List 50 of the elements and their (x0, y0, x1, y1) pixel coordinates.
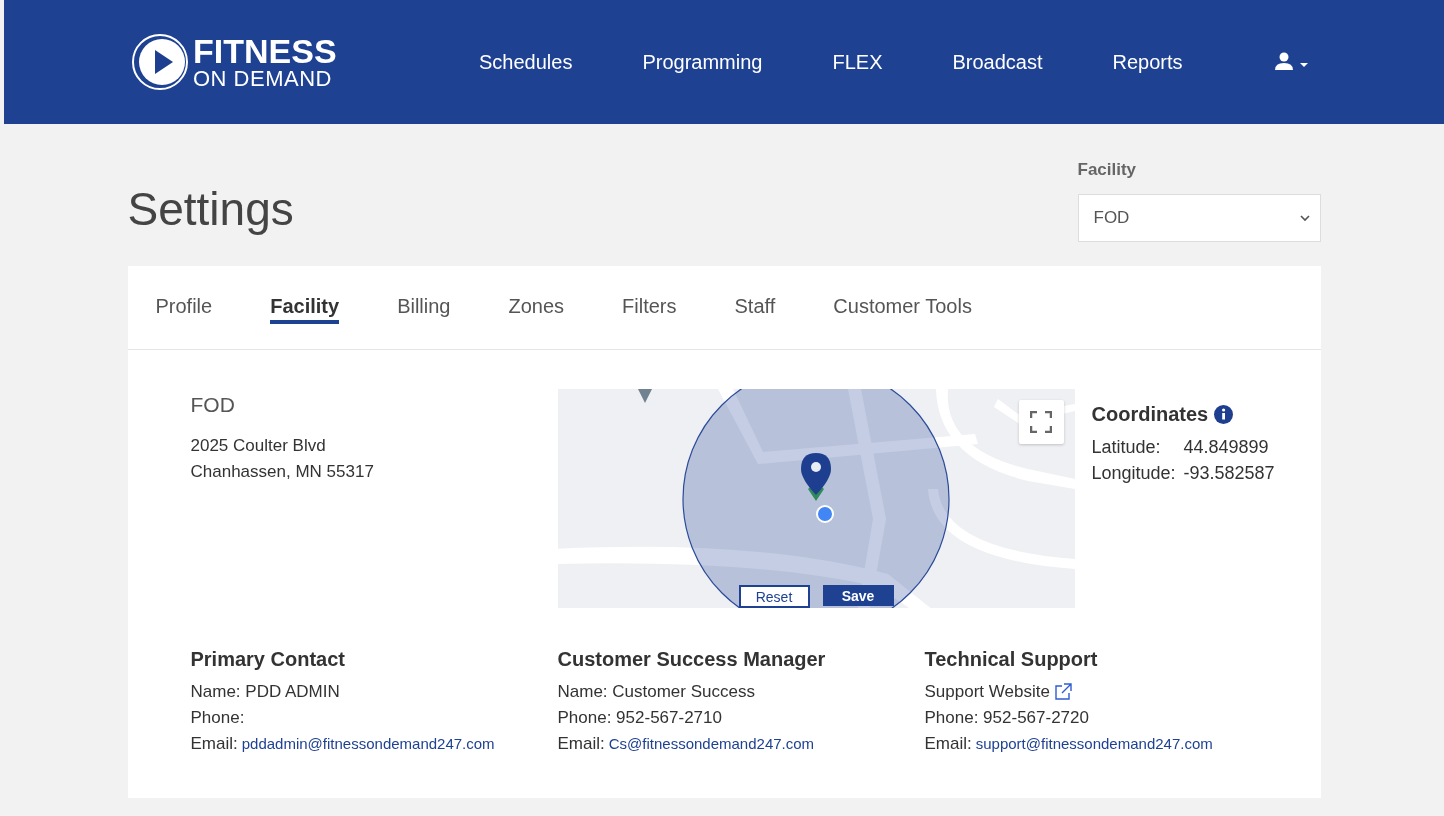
email-label: Email: (557, 733, 605, 755)
field-label: Facility (1077, 160, 1138, 180)
contact-detail: Name: Customer Success (557, 681, 756, 703)
address-line: 2025 Coulter Blvd (190, 435, 327, 457)
nav-link[interactable]: Schedules (479, 50, 573, 74)
chevron-down-icon (1299, 214, 1310, 222)
nav-link[interactable]: Programming (642, 50, 763, 74)
nav-link[interactable]: Broadcast (952, 50, 1043, 74)
logo-wordmark: FITNESS (193, 34, 337, 68)
coordinate-label: Latitude: (1091, 436, 1162, 459)
tab[interactable]: Billing (397, 295, 451, 324)
email-label: Email: (924, 733, 972, 755)
section-heading: Coordinates (1091, 403, 1209, 426)
reset-button[interactable]: Reset (738, 585, 810, 608)
tab[interactable]: Zones (508, 295, 565, 324)
user-icon (1275, 52, 1309, 72)
contact-detail: Name: PDD ADMIN (190, 681, 341, 703)
nav-link[interactable]: Reports (1112, 50, 1183, 74)
external-link-icon (1053, 683, 1072, 701)
fullscreen-icon (1030, 411, 1052, 433)
tab[interactable]: Facility (270, 295, 340, 324)
tab[interactable]: Profile (155, 295, 213, 324)
logo-tagline: ON DEMAND (193, 68, 333, 90)
fullscreen-button[interactable] (1018, 400, 1064, 444)
email-link[interactable]: pddadmin@fitnessondemand247.com (241, 731, 495, 757)
facility-select[interactable]: FOD (1077, 194, 1321, 242)
contact-detail: Phone: 952-567-2710 (557, 707, 723, 729)
tab[interactable]: Customer Tools (833, 295, 972, 324)
info-icon[interactable] (1214, 405, 1234, 424)
page-title: Settings (127, 182, 294, 236)
contact-detail: Phone: (190, 707, 246, 729)
email-link[interactable]: Cs@fitnessondemand247.com (608, 731, 815, 757)
play-icon (131, 32, 189, 92)
user-menu-button[interactable] (1275, 52, 1309, 72)
save-button[interactable]: Save (822, 585, 894, 606)
email-link[interactable]: support@fitnessondemand247.com (975, 731, 1213, 757)
nav-link[interactable]: FLEX (832, 50, 883, 74)
facility-name: FOD (190, 393, 236, 417)
contact-detail: Phone: 952-567-2720 (924, 707, 1090, 729)
coordinate-label: Longitude: (1091, 462, 1177, 485)
tab[interactable]: Filters (622, 295, 677, 324)
support-website-link[interactable]: Support Website (924, 679, 1050, 705)
coordinate-value: -93.582587 (1183, 462, 1275, 485)
email-label: Email: (190, 733, 238, 755)
contact-heading: Technical Support (924, 648, 1099, 671)
address-line: Chanhassen, MN 55317 (190, 461, 375, 483)
tab[interactable]: Staff (734, 295, 776, 324)
coordinate-value: 44.849899 (1183, 436, 1269, 459)
contact-heading: Customer Success Manager (557, 648, 827, 671)
contact-heading: Primary Contact (190, 648, 346, 671)
